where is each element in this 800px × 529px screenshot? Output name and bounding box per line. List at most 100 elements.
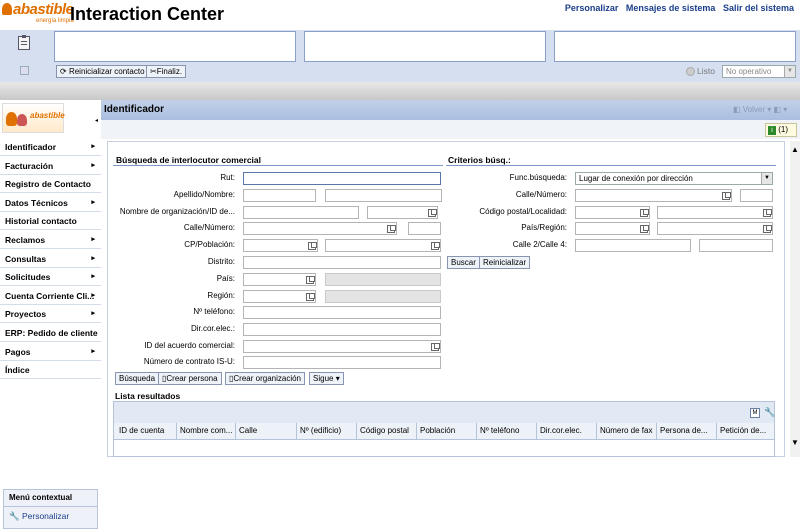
criteria-field-input[interactable]: [657, 222, 773, 235]
search-field-input[interactable]: [243, 206, 359, 219]
search-field-input[interactable]: [408, 222, 441, 235]
info-icon: i: [768, 126, 776, 135]
scroll-up-icon[interactable]: ▲: [790, 145, 800, 154]
sidebar-item[interactable]: Historial contacto: [0, 212, 101, 231]
search-field-input[interactable]: [325, 189, 442, 202]
criteria-search-button[interactable]: Buscar: [447, 256, 480, 269]
column-header[interactable]: Código postal: [356, 423, 416, 439]
personalize-link[interactable]: Personalizar: [565, 3, 619, 13]
search-field-input[interactable]: [325, 239, 441, 252]
sidebar-item[interactable]: Proyectos ▸: [0, 305, 101, 324]
column-header[interactable]: Persona de...: [656, 423, 716, 439]
column-header[interactable]: Dir.cor.elec.: [536, 423, 596, 439]
collapse-icon[interactable]: ◂: [95, 117, 98, 124]
column-header[interactable]: Nº teléfono: [476, 423, 536, 439]
search-field-input[interactable]: [243, 356, 441, 369]
sidebar-item[interactable]: Reclamos ▸: [0, 231, 101, 249]
column-header[interactable]: Petición de...: [716, 423, 774, 439]
value-help-icon[interactable]: [763, 225, 772, 233]
clipboard-icon[interactable]: [18, 35, 30, 50]
top-links: Personalizar Mensajes de sistema Salir d…: [560, 3, 794, 13]
search-field-input[interactable]: [243, 323, 441, 336]
criteria-field-label: País/Región:: [521, 223, 567, 232]
excel-export-icon[interactable]: M: [750, 408, 760, 418]
sidebar-item[interactable]: Identificador ▸: [0, 138, 101, 156]
sidebar-item[interactable]: Facturación ▸: [0, 156, 101, 175]
column-header[interactable]: Nº (edificio): [296, 423, 356, 439]
criteria-field-input[interactable]: [699, 239, 773, 252]
notification-badge[interactable]: i (1): [765, 123, 797, 137]
abastible-logo: abastible: [2, 1, 74, 18]
search-field-input[interactable]: [243, 172, 441, 185]
system-messages-link[interactable]: Mensajes de sistema: [626, 3, 716, 13]
search-field-input[interactable]: [243, 189, 316, 202]
search-field-input[interactable]: [243, 256, 441, 269]
criteria-field-input[interactable]: [657, 206, 773, 219]
next-button[interactable]: Sigue ▾: [309, 372, 344, 385]
value-help-icon[interactable]: [431, 343, 440, 351]
info-box-2: [304, 31, 546, 62]
value-help-icon[interactable]: [431, 242, 440, 250]
sidebar-item[interactable]: ERP: Pedido de cliente: [0, 324, 101, 342]
search-section-title: Búsqueda de interlocutor comercial: [116, 155, 262, 165]
column-header[interactable]: Calle: [235, 423, 296, 439]
chevron-right-icon: ▸: [91, 273, 95, 281]
chevron-down-icon: ▼: [761, 173, 772, 184]
criteria-field-input[interactable]: [575, 189, 732, 202]
family-icon-2: [17, 114, 27, 126]
personalize-context-label: Personalizar: [21, 511, 70, 521]
search-field-input[interactable]: [243, 239, 318, 252]
search-field-label: CP/Población:: [184, 240, 235, 249]
sidebar-item[interactable]: Índice: [0, 361, 101, 380]
func-search-value: Lugar de conexión por dirección: [579, 174, 693, 183]
value-help-icon[interactable]: [763, 209, 772, 217]
scrollbar[interactable]: ▲ ▼: [790, 141, 800, 457]
sidebar-item[interactable]: Cuenta Corriente Cli... ▸: [0, 286, 101, 305]
column-header[interactable]: ID de cuenta: [116, 423, 176, 439]
search-field-input[interactable]: [243, 306, 441, 319]
sidebar-item-label: Pagos: [5, 346, 31, 357]
create-org-button[interactable]: ▯Crear organización: [225, 372, 305, 385]
column-header[interactable]: Número de fax: [596, 423, 656, 439]
wrench-icon[interactable]: 🔧: [764, 407, 775, 418]
chevron-right-icon: ▸: [91, 347, 95, 355]
search-button[interactable]: Búsqueda: [115, 372, 160, 385]
grid-icon: [20, 66, 29, 75]
criteria-field-input[interactable]: [575, 206, 650, 219]
func-search-select[interactable]: Lugar de conexión por dirección ▼: [575, 172, 773, 185]
value-help-icon[interactable]: [387, 225, 396, 233]
sidebar-item[interactable]: Solicitudes ▸: [0, 268, 101, 287]
reset-contact-button[interactable]: ⟳ Reinicializar contacto: [56, 65, 149, 78]
personalize-context-link[interactable]: 🔧 Personalizar: [9, 511, 69, 522]
criteria-field-input[interactable]: [740, 189, 773, 202]
value-help-icon[interactable]: [306, 276, 315, 284]
value-help-icon[interactable]: [722, 192, 731, 200]
finalize-button[interactable]: ✂Finaliz.: [146, 65, 187, 78]
search-field-label: Rut:: [220, 173, 235, 182]
search-field-input[interactable]: [243, 222, 397, 235]
scroll-down-icon[interactable]: ▼: [790, 438, 800, 447]
sidebar-item[interactable]: Registro de Contacto: [0, 175, 101, 194]
value-help-icon[interactable]: [640, 209, 649, 217]
value-help-icon[interactable]: [308, 242, 317, 250]
logout-link[interactable]: Salir del sistema: [723, 3, 794, 13]
column-header[interactable]: Nombre com...: [176, 423, 235, 439]
column-header[interactable]: Población: [416, 423, 476, 439]
value-help-icon[interactable]: [640, 225, 649, 233]
create-person-button[interactable]: ▯Crear persona: [158, 372, 222, 385]
sidebar-item[interactable]: Datos Técnicos ▸: [0, 193, 101, 212]
criteria-reset-button[interactable]: Reinicializar: [479, 256, 531, 269]
search-field-input: [325, 273, 441, 286]
search-field-label: País:: [216, 274, 235, 283]
flame-icon: [2, 3, 12, 15]
scissors-icon: ✂: [150, 67, 157, 76]
criteria-field-input[interactable]: [575, 222, 650, 235]
value-help-icon[interactable]: [306, 293, 315, 301]
value-help-icon[interactable]: [428, 209, 437, 217]
criteria-field-input[interactable]: [575, 239, 691, 252]
sidebar-item[interactable]: Pagos ▸: [0, 342, 101, 361]
sidebar-item[interactable]: Consultas ▸: [0, 249, 101, 268]
status-select[interactable]: No operativo ▼: [722, 65, 796, 78]
search-field-input[interactable]: [243, 340, 441, 353]
back-button[interactable]: ◧ Volver ▾ ◧ ▾: [733, 105, 787, 114]
